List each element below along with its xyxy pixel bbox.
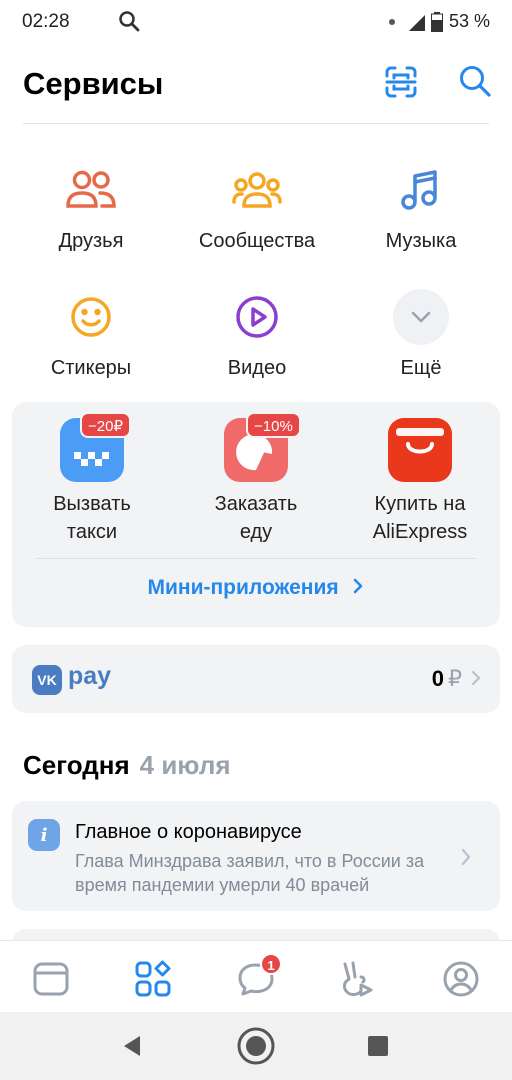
chevron-right-icon: [461, 848, 471, 866]
currency-symbol: ₽: [448, 666, 462, 691]
back-button[interactable]: [112, 1026, 152, 1066]
vk-pay-label: pay: [68, 662, 112, 690]
mini-app-taxi[interactable]: −20₽ Вызвать такси: [12, 412, 172, 546]
communities-icon: [227, 160, 287, 220]
status-search-icon: [118, 10, 140, 37]
home-circle-icon: [237, 1027, 275, 1065]
mini-app-food[interactable]: −10% Заказать еду: [176, 412, 336, 546]
food-icon: −10%: [224, 412, 301, 482]
qr-scanner-button[interactable]: [383, 64, 419, 100]
mini-apps-link-label: Мини-приложения: [147, 576, 339, 599]
clips-icon: [343, 961, 373, 997]
vk-pay-card[interactable]: VK pay 0 ₽: [12, 645, 500, 713]
pay-amount-value: 0: [431, 666, 444, 691]
service-music[interactable]: Музыка: [336, 160, 506, 253]
news-text: Глава Минздрава заявил, что в России за …: [75, 851, 425, 895]
service-label: Видео: [227, 357, 287, 379]
signal-icon: [408, 14, 425, 31]
today-date: 4 июля: [139, 750, 231, 780]
header: Сервисы: [0, 60, 512, 122]
today-heading: Сегодня 4 июля: [23, 750, 231, 781]
newsfeed-icon: [33, 962, 69, 996]
discount-badge: −10%: [246, 412, 301, 438]
chevron-right-icon: [353, 578, 362, 594]
service-friends[interactable]: Друзья: [6, 160, 176, 253]
tab-profile[interactable]: [441, 959, 481, 999]
header-divider: [23, 123, 489, 124]
pay-balance: 0 ₽: [432, 666, 462, 692]
search-button[interactable]: [458, 64, 494, 100]
recents-button[interactable]: [358, 1026, 398, 1066]
service-label: Друзья: [58, 230, 124, 252]
friends-icon: [61, 160, 121, 220]
today-title: Сегодня: [23, 750, 130, 780]
search-icon: [460, 66, 491, 97]
taxi-icon: −20₽: [60, 412, 131, 482]
qr-scan-icon: [385, 66, 417, 98]
battery-icon: [430, 11, 443, 32]
video-icon: [227, 287, 287, 347]
service-label: Стикеры: [50, 357, 132, 379]
status-time: 02:28: [22, 11, 70, 32]
profile-icon: [443, 961, 479, 997]
mini-app-aliexpress[interactable]: Купить на AliExpress: [340, 418, 500, 546]
shopping-bag-icon: [388, 418, 452, 482]
status-indicators: 53 %: [388, 11, 490, 32]
divider: [36, 558, 476, 559]
chevron-down-icon: [411, 311, 431, 323]
service-label: Ещё: [400, 357, 442, 379]
messages-badge: 1: [260, 953, 282, 975]
chevron-right-icon: [471, 670, 481, 686]
news-title: Главное о коронавирусе: [75, 821, 302, 843]
status-bar: 02:28 53 %: [0, 0, 512, 44]
discount-badge: −20₽: [80, 412, 131, 438]
notification-dot-icon: [388, 18, 395, 25]
tab-news[interactable]: [31, 959, 71, 999]
mini-app-label: Купить на AliExpress: [372, 493, 468, 543]
service-label: Сообщества: [198, 230, 316, 252]
mini-apps-card: −20₽ Вызвать такси −10% Заказать еду Куп…: [12, 402, 500, 627]
home-button[interactable]: [236, 1026, 276, 1066]
tab-services[interactable]: [133, 959, 173, 999]
service-more[interactable]: Ещё: [336, 287, 506, 380]
page-title: Сервисы: [23, 66, 164, 101]
service-stickers[interactable]: Стикеры: [6, 287, 176, 380]
services-grid-icon: [135, 960, 171, 997]
news-card[interactable]: i Главное о коронавирусе Глава Минздрава…: [12, 801, 500, 911]
tab-bar: 1: [0, 940, 512, 1012]
battery-percent: 53 %: [448, 11, 490, 31]
stickers-icon: [61, 287, 121, 347]
mini-apps-link[interactable]: Мини-приложения: [12, 576, 500, 600]
tab-messages[interactable]: 1: [236, 953, 282, 999]
vk-logo-icon: VK: [32, 665, 62, 695]
back-triangle-icon: [124, 1036, 140, 1056]
info-icon: i: [28, 819, 60, 851]
service-video[interactable]: Видео: [172, 287, 342, 380]
more-button[interactable]: [391, 287, 451, 347]
tab-clips[interactable]: [337, 959, 377, 999]
recents-square-icon: [368, 1036, 388, 1056]
mini-app-label: Заказать еду: [214, 493, 298, 543]
system-nav-bar: [0, 1012, 512, 1080]
service-label: Музыка: [385, 230, 457, 252]
mini-app-label: Вызвать такси: [53, 493, 131, 543]
service-communities[interactable]: Сообщества: [172, 160, 342, 253]
music-icon: [391, 160, 451, 220]
